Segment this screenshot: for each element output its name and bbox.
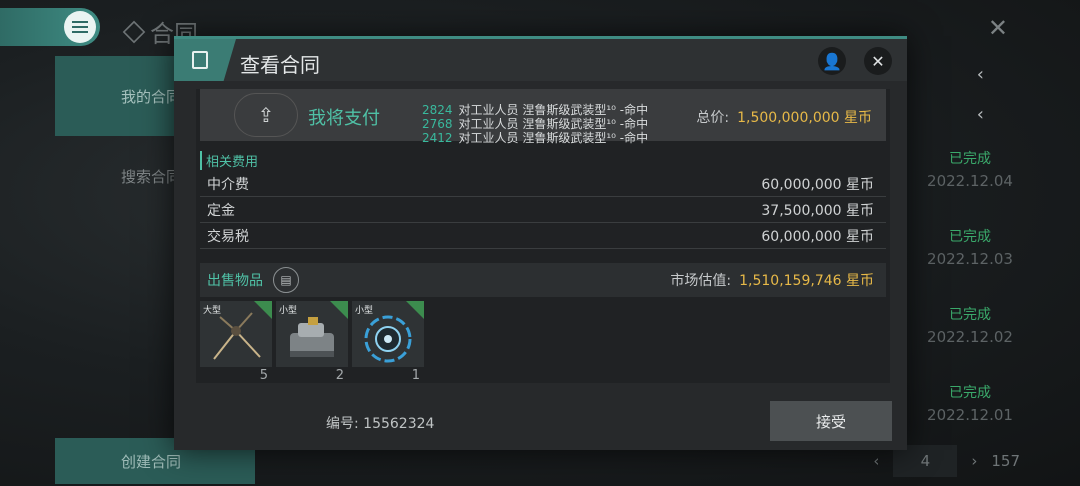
dialog-header: 查看合同 👤 ✕ <box>174 39 907 81</box>
sale-item-card[interactable]: 小型 2 <box>276 301 348 383</box>
fee-row: 交易税 60,000,000 星币 <box>200 223 886 249</box>
satellite-icon <box>364 315 412 363</box>
list-item[interactable]: 已完成 2022.12.04 <box>910 148 1030 190</box>
list-item: 2412 对工业人员 涅鲁斯级武装型¹⁰ -命中 <box>422 131 649 145</box>
close-icon[interactable]: ✕ <box>864 47 892 75</box>
sale-item-card[interactable]: 小型 1 <box>352 301 424 383</box>
close-icon[interactable]: ✕ <box>988 14 1008 42</box>
item-quantity: 1 <box>411 368 420 383</box>
fee-row: 中介费 60,000,000 星币 <box>200 171 886 197</box>
fees-section-title: 相关费用 <box>200 151 258 170</box>
item-quantity: 2 <box>335 368 344 383</box>
status-badge: 已完成 <box>949 307 991 323</box>
next-page-icon[interactable]: › <box>971 452 977 470</box>
contract-date: 2022.12.01 <box>927 406 1013 424</box>
list-item[interactable]: 已完成 2022.12.01 <box>910 382 1030 424</box>
scroll-icon <box>174 39 236 81</box>
pay-item-list: 2824 对工业人员 涅鲁斯级武装型¹⁰ -命中 2768 对工业人员 涅鲁斯级武装… <box>422 103 648 145</box>
list-item[interactable]: 已完成 2022.12.03 <box>910 226 1030 268</box>
contract-number: 编号: 15562324 <box>326 416 435 432</box>
ship-icon <box>290 317 334 357</box>
status-badge: 已完成 <box>949 151 991 167</box>
total-price: 总价: 1,500,000,000 星币 <box>696 110 872 126</box>
profile-icon[interactable]: 👤 <box>818 47 846 75</box>
status-badge: 已完成 <box>949 385 991 401</box>
list-item: 2768 对工业人员 涅鲁斯级武装型¹⁰ -命中 <box>422 117 649 131</box>
chevron-left-icon[interactable]: ‹ <box>890 104 1010 134</box>
document-icon[interactable]: ▤ <box>273 267 299 293</box>
list-item[interactable]: 已完成 2022.12.02 <box>910 304 1030 346</box>
status-badge: 已完成 <box>949 229 991 245</box>
fee-row: 定金 37,500,000 星币 <box>200 197 886 223</box>
chevron-left-icon[interactable]: ‹ <box>890 64 1010 94</box>
sale-item-card[interactable]: 大型 5 <box>200 301 272 383</box>
cart-icon: ⇪ <box>234 93 298 137</box>
cube-icon <box>122 20 146 43</box>
pay-label: 我将支付 <box>308 108 380 129</box>
page-total: 157 <box>991 452 1020 470</box>
contract-date: 2022.12.02 <box>927 328 1013 346</box>
dialog-body: ⇪ 我将支付 2824 对工业人员 涅鲁斯级武装型¹⁰ -命中 2768 对工业人员… <box>196 89 890 383</box>
market-value: 市场估值: 1,510,159,746 星币 <box>670 273 874 289</box>
drone-icon <box>213 312 261 360</box>
menu-icon <box>64 11 96 43</box>
accept-button[interactable]: 接受 <box>770 401 892 441</box>
prev-page-icon[interactable]: ‹ <box>873 452 879 470</box>
list-item: 2824 对工业人员 涅鲁斯级武装型¹⁰ -命中 <box>422 103 649 117</box>
view-contract-dialog: 查看合同 👤 ✕ ⇪ 我将支付 2824 对工业人员 涅鲁斯级武装型¹⁰ -命中 … <box>174 36 907 450</box>
sale-items-header: 出售物品 ▤ 市场估值: 1,510,159,746 星币 <box>200 263 886 297</box>
menu-button[interactable] <box>0 8 100 46</box>
filter-chevrons: ‹ ‹ <box>890 56 1010 134</box>
item-quantity: 5 <box>259 368 268 383</box>
contract-date: 2022.12.04 <box>927 172 1013 190</box>
sale-items-title: 出售物品 ▤ <box>207 267 299 293</box>
dialog-title: 查看合同 <box>240 53 320 77</box>
payment-row: ⇪ 我将支付 2824 对工业人员 涅鲁斯级武装型¹⁰ -命中 2768 对工业人员… <box>200 89 886 145</box>
contract-date: 2022.12.03 <box>927 250 1013 268</box>
